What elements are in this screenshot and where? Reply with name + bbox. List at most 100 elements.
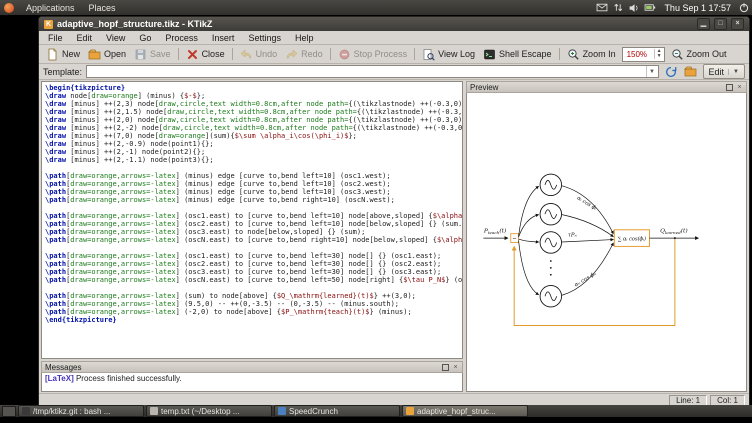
- code-line: \draw [minus] ++(2,-2) node[draw,circle,…: [45, 124, 462, 132]
- toolbar-zoomout-label: Zoom Out: [687, 49, 727, 59]
- menu-help[interactable]: Help: [288, 33, 321, 43]
- power-icon[interactable]: [738, 2, 750, 13]
- toolbar-close-button[interactable]: Close: [182, 47, 229, 62]
- titlebar[interactable]: K adaptive_hopf_structure.tikz - KTikZ ▁…: [39, 17, 749, 31]
- edit-template-button[interactable]: Edit ▼: [703, 64, 745, 79]
- toolbar-new-button[interactable]: New: [42, 47, 84, 62]
- panel-menus: ApplicationsPlaces: [19, 3, 123, 13]
- open-template-folder-icon[interactable]: [683, 64, 699, 79]
- volume-icon[interactable]: [628, 2, 640, 13]
- top-panel: ApplicationsPlaces Thu Sep 1 17:57: [0, 0, 752, 15]
- code-line: [45, 244, 462, 252]
- toolbar-redo-button: Redo: [281, 47, 327, 62]
- message-text: Process finished successfully.: [74, 374, 182, 383]
- float-panel-icon[interactable]: [442, 364, 449, 371]
- toolbar-separator: [232, 48, 233, 60]
- mail-icon[interactable]: [596, 2, 608, 13]
- menu-edit[interactable]: Edit: [70, 33, 100, 43]
- code-line: \path[draw=orange,arrows=-latex] (9.5,0)…: [45, 300, 462, 308]
- sum-label: ∑ αᵢ cos(ϕᵢ): [618, 236, 646, 243]
- taskbar-item-terminal[interactable]: /tmp/ktikz.git : bash ...: [18, 405, 144, 417]
- ktikz-icon: [406, 407, 414, 415]
- code-editor[interactable]: \begin{tikzpicture}\draw node[draw=orang…: [41, 81, 463, 359]
- code-line: \path[draw=orange,arrows=-latex] (oscN.e…: [45, 276, 462, 284]
- ktikz-window: K adaptive_hopf_structure.tikz - KTikZ ▁…: [38, 16, 750, 407]
- battery-icon[interactable]: [644, 2, 656, 13]
- code-line: \draw [minus] ++(2,-1.1) node(point3){};: [45, 156, 462, 164]
- toolbar-shell-button[interactable]: Shell Escape: [479, 47, 556, 62]
- code-line: [45, 164, 462, 172]
- panel-menu-applications[interactable]: Applications: [19, 2, 82, 14]
- code-line: \path[draw=orange,arrows=-latex] (osc3.e…: [45, 228, 462, 236]
- code-line: \path[draw=orange,arrows=-latex] (oscN.e…: [45, 236, 462, 244]
- zoom-level-combobox[interactable]: 150%▲▼: [622, 47, 665, 62]
- tau-label: τPₙ: [568, 233, 577, 239]
- editor-column: \begin{tikzpicture}\draw node[draw=orang…: [41, 81, 463, 392]
- close-panel-icon[interactable]: ×: [736, 84, 743, 91]
- zoomout-icon: [671, 48, 684, 61]
- toolbar: NewOpenSaveCloseUndoRedoStop ProcessView…: [39, 45, 749, 64]
- menu-process[interactable]: Process: [158, 33, 205, 43]
- preview-header: Preview ×: [466, 81, 747, 93]
- toolbar-zoomin-button[interactable]: Zoom In: [563, 47, 620, 62]
- float-panel-icon[interactable]: [726, 84, 733, 91]
- menu-go[interactable]: Go: [132, 33, 158, 43]
- messages-title: Messages: [45, 363, 439, 372]
- code-line: \draw [minus] ++(2,0) node[draw,circle,t…: [45, 116, 462, 124]
- taskbar-item-calc[interactable]: SpeedCrunch: [274, 405, 400, 417]
- toolbar-save-button: Save: [130, 47, 175, 62]
- show-desktop-button[interactable]: [2, 406, 16, 417]
- menu-file[interactable]: File: [41, 33, 70, 43]
- panel-menu-places[interactable]: Places: [82, 2, 123, 14]
- code-line: [45, 204, 462, 212]
- template-combobox[interactable]: ▼: [86, 65, 659, 78]
- calc-icon: [278, 407, 286, 415]
- code-line: \path[draw=orange,arrows=-latex] (osc1.e…: [45, 212, 462, 220]
- reload-template-icon[interactable]: [663, 64, 679, 79]
- taskbar: /tmp/ktikz.git : bash ... temp.txt (~/Des…: [0, 405, 752, 417]
- toolbar-separator: [178, 48, 179, 60]
- open-icon: [88, 48, 101, 61]
- desktop: ApplicationsPlaces Thu Sep 1 17:57 K ada…: [0, 0, 752, 423]
- top-weight-label: αᵢ cos ϕᵢ: [576, 195, 598, 212]
- network-icon[interactable]: [612, 2, 624, 13]
- bottom-weight-label: αₙ cos ϕₙ: [574, 271, 598, 288]
- taskbar-item-ktikz[interactable]: adaptive_hopf_struc...: [402, 405, 528, 417]
- maximize-button[interactable]: □: [714, 18, 727, 30]
- menu-insert[interactable]: Insert: [205, 33, 242, 43]
- toolbar-viewlog-button[interactable]: View Log: [418, 47, 479, 62]
- toolbar-zoomout-button[interactable]: Zoom Out: [667, 47, 731, 62]
- viewlog-icon: [422, 48, 435, 61]
- fan-curve-1: [519, 186, 539, 236]
- status-line: Line: 1: [669, 395, 707, 406]
- code-line: [45, 284, 462, 292]
- toolbar-zoomin-label: Zoom In: [583, 49, 616, 59]
- distributor-logo-icon[interactable]: [4, 3, 14, 13]
- redo-icon: [285, 48, 298, 61]
- messages-body: [LaTeX] Process finished successfully.: [41, 373, 463, 392]
- sum-curve-3: [562, 240, 613, 242]
- clock[interactable]: Thu Sep 1 17:57: [664, 3, 731, 13]
- close-panel-icon[interactable]: ×: [452, 364, 459, 371]
- oscillator-nodes: [540, 174, 561, 307]
- close-button[interactable]: ×: [731, 18, 744, 30]
- toolbar-open-button[interactable]: Open: [84, 47, 130, 62]
- taskbar-item-label: SpeedCrunch: [289, 407, 338, 416]
- minus-sign: −: [513, 236, 517, 243]
- code-line: \path[draw=orange,arrows=-latex] (osc3.e…: [45, 268, 462, 276]
- main-area: \begin{tikzpicture}\draw node[draw=orang…: [39, 80, 749, 393]
- taskbar-item-label: temp.txt (~/Desktop ...: [161, 407, 239, 416]
- sum-curve-4: [562, 243, 613, 295]
- chevron-down-icon[interactable]: ▼: [646, 66, 658, 77]
- save-icon: [134, 48, 147, 61]
- toolbar-save-label: Save: [150, 49, 171, 59]
- zoom-spinner[interactable]: ▲▼: [654, 49, 664, 59]
- taskbar-item-editor[interactable]: temp.txt (~/Desktop ...: [146, 405, 272, 417]
- menu-settings[interactable]: Settings: [241, 33, 288, 43]
- code-line: \path[draw=orange,arrows=-latex] (osc2.e…: [45, 260, 462, 268]
- toolbar-undo-label: Undo: [256, 49, 278, 59]
- menu-view[interactable]: View: [99, 33, 132, 43]
- minimize-button[interactable]: ▁: [697, 18, 710, 30]
- close-icon: [186, 48, 199, 61]
- code-line: \draw [minus] ++(2,3) node[draw,circle,t…: [45, 100, 462, 108]
